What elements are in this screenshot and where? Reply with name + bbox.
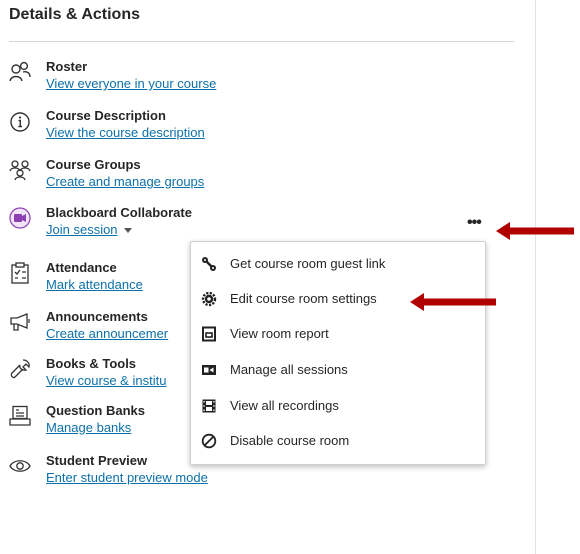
student-preview-link[interactable]: Enter student preview mode <box>46 470 208 485</box>
eye-icon <box>9 460 31 472</box>
course-groups-link[interactable]: Create and manage groups <box>46 174 204 189</box>
report-icon <box>202 326 216 342</box>
item-name: Student Preview <box>46 453 148 468</box>
settings-icon <box>201 291 217 307</box>
menu-item-label: View room report <box>230 326 329 341</box>
annotation-arrow-settings <box>410 293 496 311</box>
collaborate-icon <box>9 207 31 229</box>
film-icon <box>202 399 216 413</box>
collaborate-options-menu: Get course room guest link Edit course r… <box>190 241 486 465</box>
item-name: Roster <box>46 59 88 74</box>
menu-item-label: View all recordings <box>230 398 339 413</box>
wrench-icon <box>10 359 30 379</box>
groups-icon <box>9 160 31 181</box>
item-name: Books & Tools <box>46 356 137 371</box>
item-name: Course Description <box>46 108 166 123</box>
item-name: Course Groups <box>46 157 141 172</box>
books-tools-link[interactable]: View course & institu <box>46 373 166 388</box>
item-name: Question Banks <box>46 403 145 418</box>
announcements-link[interactable]: Create announcemer <box>46 326 168 341</box>
menu-item-room-report[interactable]: View room report <box>191 319 485 349</box>
item-name: Attendance <box>46 260 117 275</box>
panel-right-divider <box>535 0 536 554</box>
join-session-link[interactable]: Join session <box>46 222 132 237</box>
chevron-down-icon <box>123 228 132 234</box>
menu-item-disable-room[interactable]: Disable course room <box>191 426 485 456</box>
panel-title: Details & Actions <box>9 6 140 23</box>
question-bank-icon <box>9 405 31 426</box>
item-name: Blackboard Collaborate <box>46 205 192 220</box>
people-icon <box>9 61 31 82</box>
menu-item-label: Manage all sessions <box>230 362 348 377</box>
join-session-label: Join session <box>46 222 118 237</box>
menu-item-guest-link[interactable]: Get course room guest link <box>191 249 485 279</box>
annotation-arrow-more <box>496 222 574 240</box>
item-name: Announcements <box>46 309 148 324</box>
roster-link[interactable]: View everyone in your course <box>46 76 216 91</box>
clipboard-icon <box>11 262 29 284</box>
disable-icon <box>201 433 217 449</box>
info-icon <box>10 112 30 132</box>
details-actions-panel: Details & Actions Roster View everyone i… <box>0 0 535 554</box>
question-banks-link[interactable]: Manage banks <box>46 420 131 435</box>
more-options-button[interactable]: ••• <box>467 215 487 232</box>
sessions-icon <box>202 365 216 375</box>
attendance-link[interactable]: Mark attendance <box>46 277 143 292</box>
menu-item-manage-sessions[interactable]: Manage all sessions <box>191 355 485 385</box>
menu-item-label: Disable course room <box>230 433 350 448</box>
course-description-link[interactable]: View the course description <box>46 125 205 140</box>
title-divider <box>9 41 514 42</box>
menu-item-label: Get course room guest link <box>230 256 386 271</box>
link-icon <box>202 257 216 271</box>
megaphone-icon <box>10 313 30 331</box>
menu-item-all-recordings[interactable]: View all recordings <box>191 391 485 421</box>
menu-item-label: Edit course room settings <box>230 291 377 306</box>
